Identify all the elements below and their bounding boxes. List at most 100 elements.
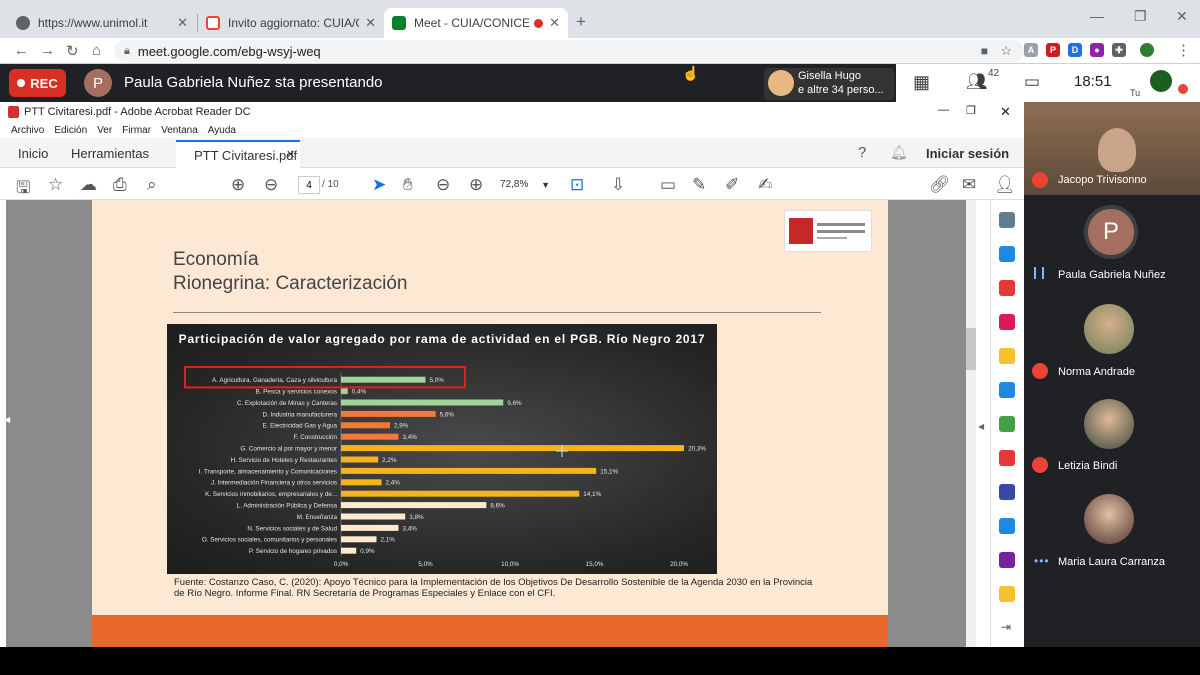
profile-avatar[interactable] xyxy=(1140,43,1154,57)
home-icon[interactable]: ⌂ xyxy=(92,42,101,59)
chat-icon[interactable]: ▭ xyxy=(1024,72,1040,92)
print-icon[interactable]: ⎙ xyxy=(113,175,127,195)
vertical-scrollbar[interactable] xyxy=(966,200,976,647)
close-icon[interactable]: ✕ xyxy=(286,148,295,161)
combine-files-icon[interactable] xyxy=(999,382,1015,398)
draw-icon[interactable]: ✐ xyxy=(725,175,739,195)
help-icon[interactable]: ? xyxy=(858,144,866,161)
document-viewport[interactable]: ◀ Economía Rionegrina: Caracterización P… xyxy=(4,200,966,647)
acrobat-icon xyxy=(8,106,19,118)
page-up-icon[interactable]: ⊕ xyxy=(231,175,245,195)
layout-icon[interactable]: ▦ xyxy=(913,72,930,93)
menu-ventana[interactable]: Ventana xyxy=(161,125,198,136)
acrobat-title-bar: PTT Civitaresi.pdf - Adobe Acrobat Reade… xyxy=(0,102,1024,122)
comment-icon[interactable]: ▭ xyxy=(660,175,676,195)
search-tool-icon[interactable] xyxy=(999,212,1015,228)
link-icon[interactable]: 🔗︎ xyxy=(929,175,951,195)
pdf-extension-icon[interactable]: P xyxy=(1046,43,1060,57)
menu-firmar[interactable]: Firmar xyxy=(122,125,151,136)
close-icon[interactable]: ✕ xyxy=(365,15,376,31)
fill-sign-tool-icon[interactable] xyxy=(999,450,1015,466)
bell-icon[interactable]: 🔔︎ xyxy=(890,144,908,161)
edit-pdf-icon[interactable] xyxy=(999,314,1015,330)
restore-icon[interactable]: ❐ xyxy=(966,104,976,117)
bar xyxy=(341,524,399,531)
participant-tile[interactable]: Letizia Bindi xyxy=(1024,385,1200,480)
menu-archivo[interactable]: Archivo xyxy=(11,125,44,136)
send-for-signature-icon[interactable] xyxy=(999,552,1015,568)
reload-icon[interactable]: ↻ xyxy=(66,42,79,60)
close-icon[interactable]: ✕ xyxy=(177,15,188,31)
address-bar[interactable]: 🔒︎ meet.google.com/ebg-wsyj-weq ■ ☆ xyxy=(114,40,1024,62)
zoom-in-icon[interactable]: ⊕ xyxy=(469,175,483,195)
star-icon[interactable]: ☆ xyxy=(1000,43,1012,59)
participant-tile[interactable]: Norma Andrade xyxy=(1024,290,1200,385)
hand-tool-icon[interactable]: ✋︎ xyxy=(403,175,413,195)
menu-icon[interactable]: ⋮ xyxy=(1176,41,1191,59)
create-pdf-icon[interactable] xyxy=(999,280,1015,296)
forward-icon[interactable]: → xyxy=(40,42,55,59)
participant-tile-video[interactable]: Jacopo Trivisonno xyxy=(1024,102,1200,195)
tab-gmail-invite[interactable]: Invito aggiornato: CUIA/CONICET ✕ xyxy=(198,8,384,38)
viewer-chip[interactable]: Gisella Hugo e altre 34 perso... xyxy=(764,68,894,100)
zoom-select[interactable]: 72,8% ▼ xyxy=(500,176,552,194)
tab-unimol[interactable]: https://www.unimol.it ✕ xyxy=(8,8,196,38)
minimize-icon[interactable]: — xyxy=(938,104,949,116)
compress-icon[interactable] xyxy=(999,518,1015,534)
people-icon[interactable]: 👥︎ xyxy=(966,72,988,92)
page-number-input[interactable] xyxy=(298,176,320,194)
x-tick-label: 0,0% xyxy=(334,561,349,568)
x-tick-label: 20,0% xyxy=(670,561,688,568)
add-user-icon[interactable]: 👤︎ xyxy=(994,175,1016,195)
protect-icon[interactable] xyxy=(999,484,1015,500)
close-icon[interactable]: ✕ xyxy=(1000,104,1011,120)
menu-edicion[interactable]: Edición xyxy=(54,125,87,136)
page-down-icon[interactable]: ⊖ xyxy=(264,175,278,195)
sign-in-button[interactable]: Iniciar sesión xyxy=(926,146,1009,161)
more-tools-icon[interactable] xyxy=(999,586,1015,602)
scrollbar-thumb[interactable] xyxy=(966,328,976,370)
acrobat-title: PTT Civitaresi.pdf - Adobe Acrobat Reade… xyxy=(24,106,251,118)
tab-label: Invito aggiornato: CUIA/CONICET xyxy=(228,16,359,30)
star-icon[interactable]: ☆ xyxy=(48,175,63,195)
email-icon[interactable]: ✉ xyxy=(962,175,976,195)
participant-tile[interactable]: P Paula Gabriela Nuñez xyxy=(1024,195,1200,290)
fill-sign-icon[interactable]: ✍︎ xyxy=(758,175,772,195)
x-tick-label: 5,0% xyxy=(418,561,433,568)
window-close-icon[interactable]: ✕ xyxy=(1176,8,1188,25)
menu-ayuda[interactable]: Ayuda xyxy=(208,125,236,136)
participant-tile[interactable]: ••• Maria Laura Carranza xyxy=(1024,480,1200,575)
cloud-upload-icon[interactable]: ☁ xyxy=(80,175,97,195)
zoom-out-icon[interactable]: ⊖ xyxy=(436,175,450,195)
camera-icon[interactable]: ■ xyxy=(981,44,988,58)
back-icon[interactable]: ← xyxy=(14,42,29,59)
select-cursor-icon[interactable]: ➤ xyxy=(372,175,386,195)
collapse-pane-icon[interactable]: ⇥ xyxy=(1001,620,1011,634)
fit-page-icon[interactable]: ⊡ xyxy=(570,175,584,195)
comment-tool-icon[interactable] xyxy=(999,348,1015,364)
restore-icon[interactable]: ❐ xyxy=(1134,8,1147,25)
participant-name: Jacopo Trivisonno xyxy=(1058,174,1147,186)
export-pdf-icon[interactable] xyxy=(999,246,1015,262)
new-tab-button[interactable]: + xyxy=(576,12,586,32)
tab-meet[interactable]: Meet - CUIA/CONICET: WEB ✕ xyxy=(384,8,568,38)
highlight-icon[interactable]: ✎ xyxy=(692,175,706,195)
extension-icon[interactable]: ● xyxy=(1090,43,1104,57)
self-avatar[interactable] xyxy=(1150,70,1172,92)
minimize-icon[interactable]: — xyxy=(1090,8,1104,24)
organize-pages-icon[interactable] xyxy=(999,416,1015,432)
source-note: Fuente: Costanzo Caso, C. (2020): Apoyo … xyxy=(174,577,813,599)
d-extension-icon[interactable]: D xyxy=(1068,43,1082,57)
tab-inicio[interactable]: Inicio xyxy=(18,146,48,161)
search-icon[interactable]: ⌕ xyxy=(147,175,157,195)
right-panel-toggle-icon[interactable]: ◀ xyxy=(978,422,984,431)
scroll-mode-icon[interactable]: ⇩ xyxy=(611,175,625,195)
menu-ver[interactable]: Ver xyxy=(97,125,112,136)
close-icon[interactable]: ✕ xyxy=(549,15,560,31)
tab-herramientas[interactable]: Herramientas xyxy=(71,146,149,161)
value-label: 0,4% xyxy=(352,389,367,396)
left-panel-toggle-icon[interactable]: ◀ xyxy=(4,415,10,424)
puzzle-icon[interactable]: ✚ xyxy=(1112,43,1126,57)
abp-extension-icon[interactable]: A xyxy=(1024,43,1038,57)
tab-document[interactable]: PTT Civitaresi.pdf ✕ xyxy=(176,140,300,168)
